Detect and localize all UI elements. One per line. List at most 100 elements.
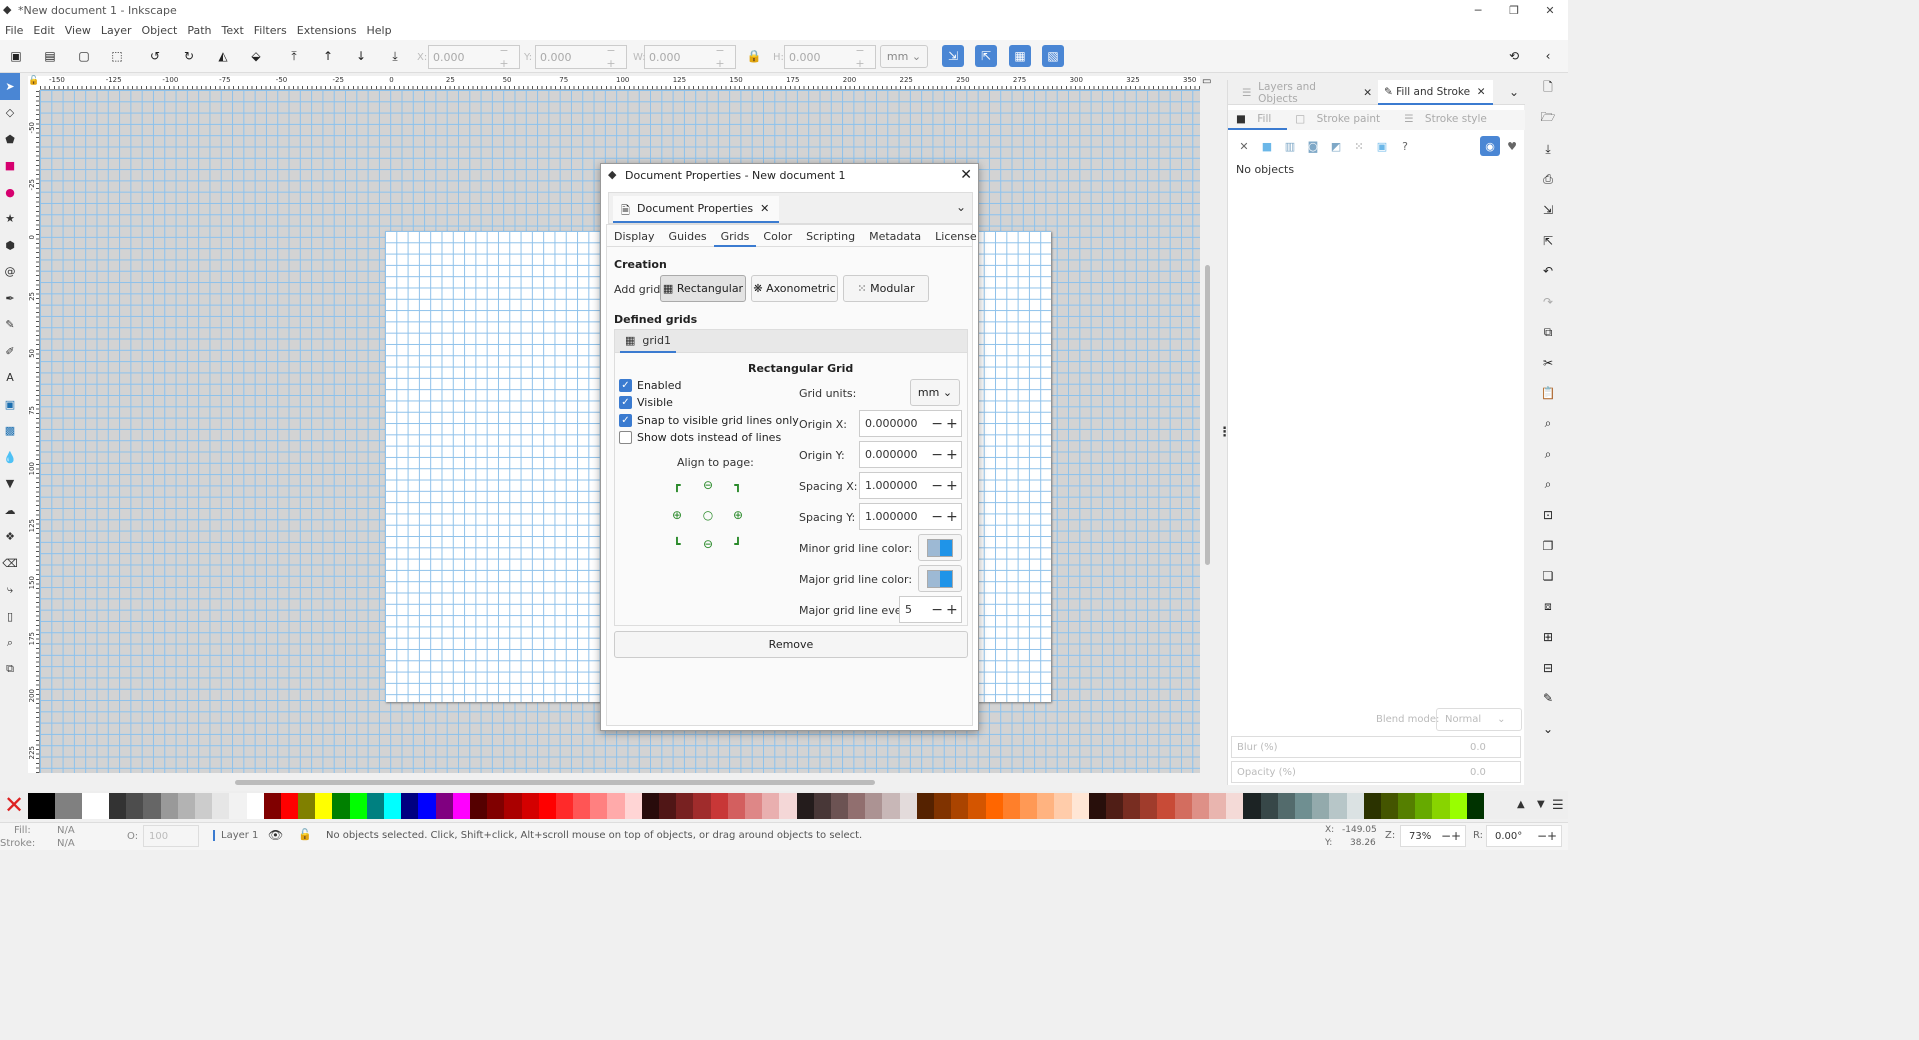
scale-stroke-icon[interactable]: ⇲	[942, 45, 964, 67]
align-bottom-right-icon[interactable]: ┛	[731, 537, 745, 551]
zoom-width-icon[interactable]: ⊡	[1535, 500, 1561, 531]
y-field[interactable]: Y: 0.000 −+	[524, 44, 627, 70]
remove-grid-button[interactable]: Remove	[614, 631, 968, 658]
rotation-spin[interactable]: 0.00° −+	[1486, 825, 1562, 847]
color-swatch[interactable]	[641, 793, 659, 819]
menu-path[interactable]: Path	[182, 24, 216, 37]
color-swatch[interactable]	[177, 793, 195, 819]
snap-toggle-icon[interactable]: ⟲	[1503, 45, 1525, 67]
color-swatch[interactable]	[401, 793, 419, 819]
color-swatch[interactable]	[366, 793, 384, 819]
align-middle-right-icon[interactable]: ⊕	[731, 508, 745, 522]
flip-horizontal-icon[interactable]: ◭	[212, 45, 234, 67]
opacity-field[interactable]: Opacity (%) 0.0	[1231, 761, 1521, 783]
dialog-close-button[interactable]: ✕	[960, 167, 972, 183]
rectangle-tool-icon[interactable]: ■	[0, 153, 20, 180]
mesh-tool-icon[interactable]: ▩	[0, 418, 20, 445]
color-swatch[interactable]	[624, 793, 642, 819]
color-swatch[interactable]	[280, 793, 299, 819]
tab-stroke-style[interactable]: ☰ Stroke style	[1396, 110, 1503, 130]
align-top-right-icon[interactable]: ┓	[731, 478, 745, 492]
ellipse-tool-icon[interactable]: ●	[0, 179, 20, 206]
color-swatch[interactable]	[452, 793, 470, 819]
color-swatch[interactable]	[830, 793, 849, 819]
pencil-tool-icon[interactable]: ✎	[0, 312, 20, 339]
color-swatch[interactable]	[1002, 793, 1020, 819]
raise-icon[interactable]: ↑	[317, 45, 339, 67]
select-all-icon[interactable]: ▣	[5, 45, 27, 67]
ruler-corner-lock-icon[interactable]: 🔓	[28, 76, 40, 90]
tab-document-properties[interactable]: 🗎 Document Properties ✕	[613, 196, 780, 223]
save-icon[interactable]: ⤓	[1535, 134, 1561, 165]
color-swatch[interactable]	[1088, 793, 1106, 819]
redo-icon[interactable]: ↷	[1535, 287, 1561, 318]
color-swatch[interactable]	[1071, 793, 1089, 819]
blur-field[interactable]: Blur (%) 0.0	[1231, 736, 1521, 758]
palette-scroll-down-icon[interactable]: ▼	[1537, 799, 1545, 810]
color-swatch[interactable]	[555, 793, 574, 819]
tab-grid1[interactable]: ▦ grid1	[620, 330, 676, 353]
chevron-down-icon[interactable]: ⌄	[956, 200, 966, 214]
tweak-tool-icon[interactable]: ☁	[0, 497, 20, 524]
color-swatch[interactable]	[194, 793, 213, 819]
select-all-layers-icon[interactable]: ▤	[39, 45, 61, 67]
color-swatch[interactable]	[676, 793, 694, 819]
color-swatch[interactable]	[848, 793, 866, 819]
zoom-spin[interactable]: 73% −+	[1400, 825, 1466, 847]
flat-color-icon[interactable]: ■	[1259, 138, 1275, 154]
major-grid-color-button[interactable]	[918, 565, 962, 592]
3d-box-tool-icon[interactable]: ⬢	[0, 232, 20, 259]
export-icon[interactable]: ⇱	[1535, 226, 1561, 257]
color-swatch[interactable]	[1037, 793, 1055, 819]
tab-guides[interactable]: Guides	[662, 225, 714, 247]
color-swatch[interactable]	[796, 793, 814, 819]
color-swatch[interactable]	[1432, 793, 1450, 819]
star-tool-icon[interactable]: ★	[0, 206, 20, 233]
menu-edit[interactable]: Edit	[28, 24, 59, 37]
color-swatch[interactable]	[727, 793, 745, 819]
ungroup-icon[interactable]: ⊟	[1535, 653, 1561, 684]
close-tab-icon[interactable]: ✕	[1477, 86, 1486, 98]
mesh-gradient-icon[interactable]: ◩	[1328, 138, 1344, 154]
grid-units-dropdown[interactable]: mm ⌄	[910, 379, 960, 406]
color-swatch[interactable]	[762, 793, 780, 819]
minimize-button[interactable]: ─	[1460, 0, 1496, 20]
menu-object[interactable]: Object	[137, 24, 183, 37]
color-swatch[interactable]	[1260, 793, 1278, 819]
move-gradients-icon[interactable]: ▦	[1009, 45, 1031, 67]
color-swatch[interactable]	[934, 793, 952, 819]
spacing-x-field[interactable]: 1.000000 −+	[859, 472, 962, 499]
color-swatch[interactable]	[1277, 793, 1295, 819]
fill-rule-evenodd-icon[interactable]: ◉	[1480, 136, 1500, 156]
gradient-tool-icon[interactable]: ▣	[0, 391, 20, 418]
align-middle-left-icon[interactable]: ⊕	[670, 508, 684, 522]
color-swatch[interactable]	[1380, 793, 1399, 819]
color-swatch[interactable]	[126, 793, 144, 819]
color-swatch[interactable]	[1157, 793, 1175, 819]
color-swatch[interactable]	[1329, 793, 1347, 819]
align-top-left-icon[interactable]: ┏	[670, 478, 684, 492]
duplicate-icon[interactable]: ❐	[1535, 531, 1561, 562]
color-swatch[interactable]	[1140, 793, 1158, 819]
color-swatch[interactable]	[1294, 793, 1313, 819]
connector-tool-icon[interactable]: ⤷	[0, 577, 20, 604]
tab-license[interactable]: License	[928, 225, 983, 247]
undo-icon[interactable]: ↶	[1535, 256, 1561, 287]
color-swatch[interactable]	[315, 793, 333, 819]
color-swatch[interactable]	[1105, 793, 1124, 819]
lower-icon[interactable]: ↓	[350, 45, 372, 67]
paste-icon[interactable]: 📋	[1535, 378, 1561, 409]
color-swatch[interactable]	[693, 793, 711, 819]
color-swatch[interactable]	[968, 793, 986, 819]
flip-vertical-icon[interactable]: ⬙	[245, 45, 267, 67]
minor-grid-color-button[interactable]	[918, 534, 962, 561]
color-swatch[interactable]	[538, 793, 556, 819]
zoom-page-icon[interactable]: ⌕	[1535, 470, 1561, 501]
unlink-clone-icon[interactable]: ⧈	[1535, 592, 1561, 623]
color-swatch[interactable]	[1174, 793, 1192, 819]
chevron-down-icon[interactable]: ⌄	[1509, 85, 1519, 99]
opacity-spin[interactable]: 100	[143, 825, 199, 847]
w-field[interactable]: W: 0.000 −+	[633, 44, 736, 70]
import-icon[interactable]: ⇲	[1535, 195, 1561, 226]
color-swatch[interactable]	[418, 793, 436, 819]
